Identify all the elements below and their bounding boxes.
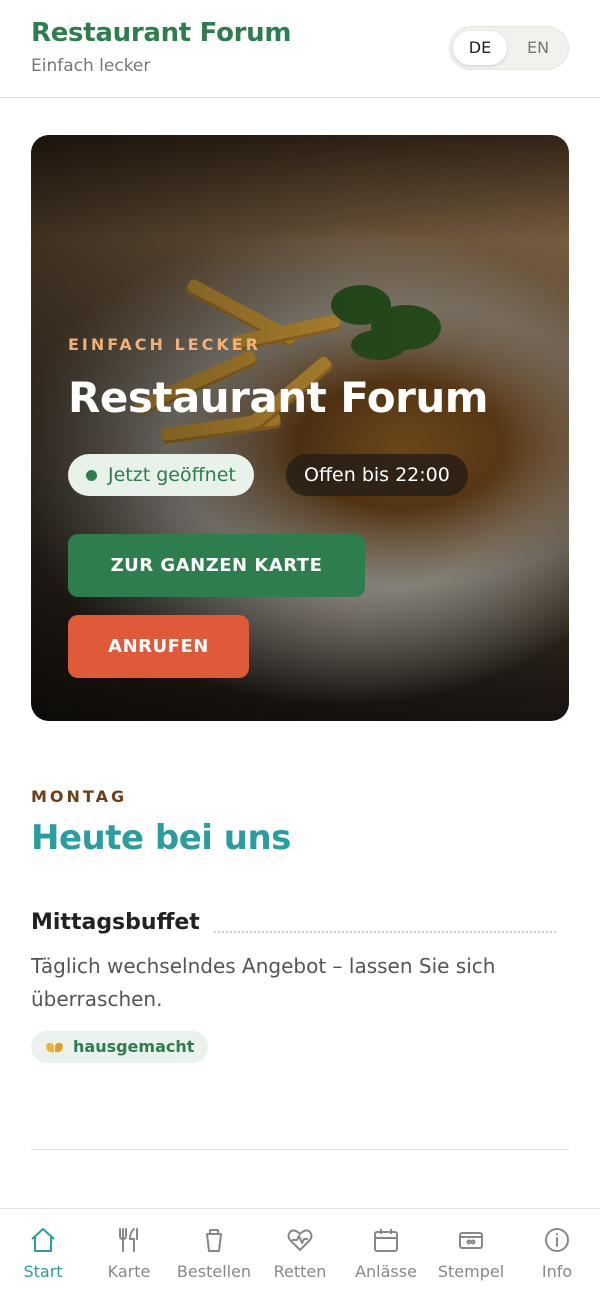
cutlery-icon	[119, 1228, 138, 1252]
full-menu-button[interactable]: ZUR GANZEN KARTE	[68, 534, 365, 597]
section-divider	[31, 1149, 569, 1150]
homemade-tag: hausgemacht	[31, 1031, 209, 1063]
bottom-navigation: Start Karte Bestellen Retten Anlässe Ste…	[0, 1208, 600, 1298]
dish-name: Mittagsbuffet	[31, 910, 200, 935]
brand-subtitle: Einfach lecker	[31, 56, 151, 76]
hero-content: EINFACH LECKER Restaurant Forum Jetzt ge…	[68, 135, 548, 721]
dish-description: Täglich wechselndes Angebot – lassen Sie…	[31, 954, 496, 1011]
nav-item-anlaesse[interactable]: Anlässe	[343, 1209, 429, 1298]
nav-item-stempel[interactable]: Stempel	[428, 1209, 514, 1298]
nav-label-karte: Karte	[107, 1262, 151, 1281]
call-button[interactable]: ANRUFEN	[68, 615, 249, 678]
nav-item-karte[interactable]: Karte	[86, 1209, 172, 1298]
brand-title[interactable]: Restaurant Forum	[31, 18, 291, 48]
weekday-label: MONTAG	[31, 787, 128, 806]
nav-label-stempel: Stempel	[437, 1262, 505, 1281]
hero-card: EINFACH LECKER Restaurant Forum Jetzt ge…	[31, 135, 569, 721]
app-header: Restaurant Forum Einfach lecker DE EN	[0, 0, 600, 98]
nav-label-bestellen: Bestellen	[176, 1262, 252, 1281]
stamp-card-icon	[459, 1232, 483, 1249]
info-icon	[545, 1228, 569, 1252]
heart-pulse-icon	[287, 1229, 313, 1251]
nav-label-retten: Retten	[273, 1262, 327, 1281]
nav-label-anlaesse: Anlässe	[355, 1262, 417, 1281]
open-status-label: Jetzt geöffnet	[108, 464, 236, 486]
opening-hours-badge: Offen bis 22:00	[286, 454, 468, 496]
hero-title: Restaurant Forum	[68, 373, 489, 422]
status-dot-icon	[86, 470, 97, 481]
cup-icon	[206, 1229, 222, 1252]
open-status-badge: Jetzt geöffnet	[68, 454, 254, 496]
dish-dotted-leader	[214, 931, 556, 933]
nav-item-info[interactable]: Info	[514, 1209, 600, 1298]
home-icon	[31, 1228, 55, 1252]
nav-label-start: Start	[23, 1262, 63, 1281]
language-de-button[interactable]: DE	[453, 31, 507, 65]
nav-item-start[interactable]: Start	[0, 1209, 86, 1298]
section-title: Heute bei uns	[31, 818, 291, 858]
nav-item-retten[interactable]: Retten	[257, 1209, 343, 1298]
nav-label-info: Info	[541, 1262, 573, 1281]
hero-eyebrow: EINFACH LECKER	[68, 335, 261, 354]
calendar-icon	[374, 1229, 398, 1252]
hands-heart-icon	[46, 1042, 63, 1053]
language-switcher: DE EN	[449, 26, 569, 70]
homemade-tag-label: hausgemacht	[73, 1037, 195, 1056]
nav-item-bestellen[interactable]: Bestellen	[171, 1209, 257, 1298]
language-en-button[interactable]: EN	[511, 31, 565, 65]
